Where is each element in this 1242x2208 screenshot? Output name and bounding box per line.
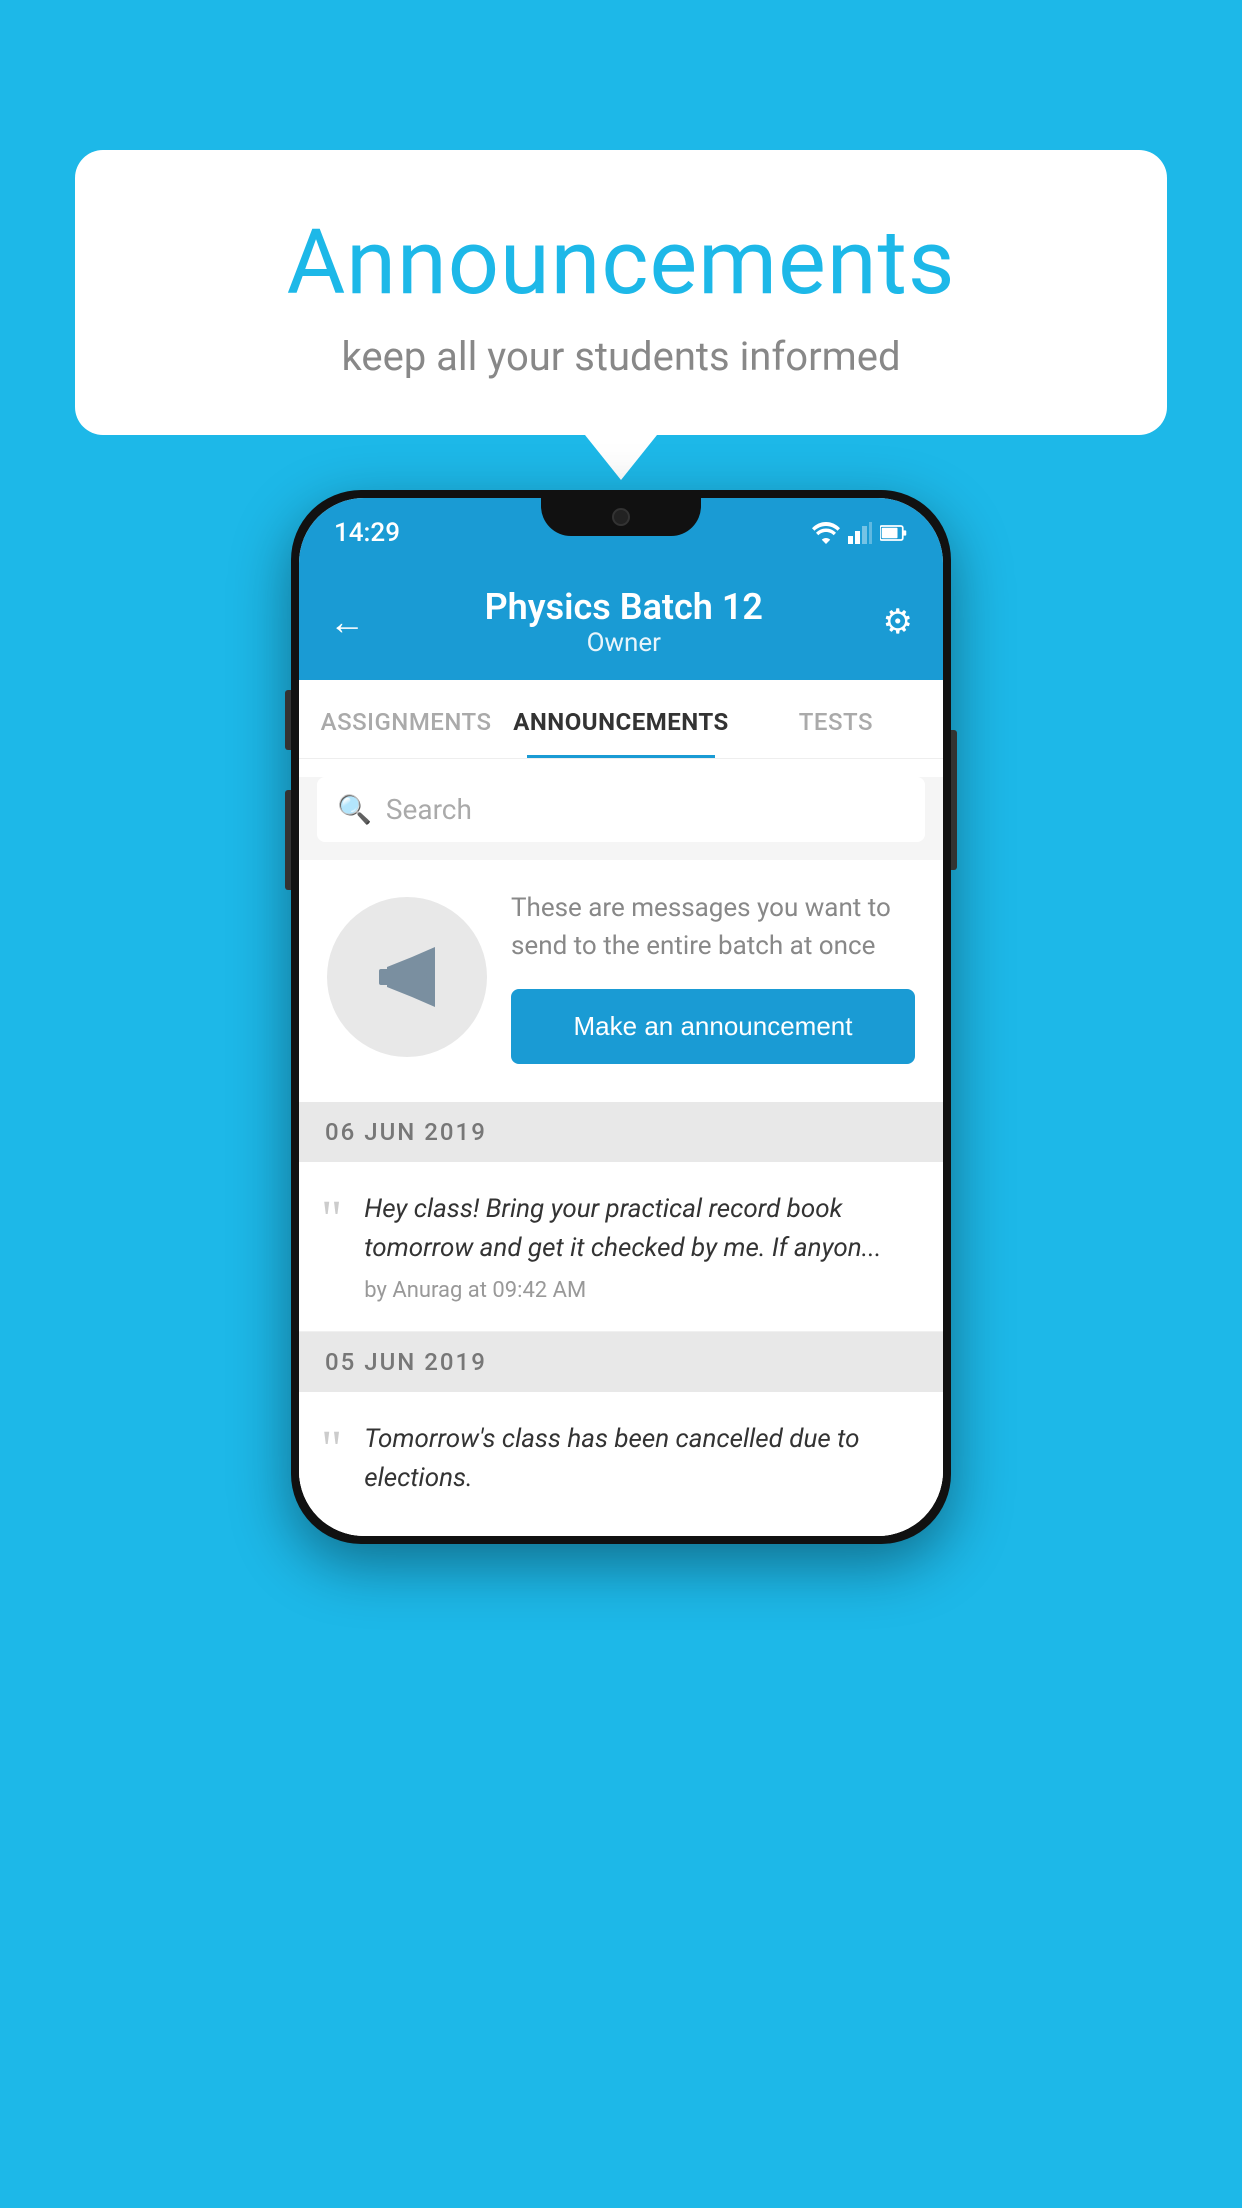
make-announcement-button[interactable]: Make an announcement xyxy=(511,989,915,1064)
signal-icon xyxy=(848,522,872,544)
quote-icon-1: " xyxy=(321,1194,342,1246)
announcement-text-1: Hey class! Bring your practical record b… xyxy=(364,1190,915,1303)
app-header: ← Physics Batch 12 Owner ⚙ xyxy=(299,568,943,680)
announcement-text-2: Tomorrow's class has been cancelled due … xyxy=(364,1420,915,1508)
date-separator-1: 06 JUN 2019 xyxy=(299,1102,943,1162)
phone-side-button-volume xyxy=(285,790,291,890)
batch-title: Physics Batch 12 xyxy=(365,586,883,628)
promo-description: These are messages you want to send to t… xyxy=(511,890,915,965)
phone-side-button-top xyxy=(285,690,291,750)
promo-card: These are messages you want to send to t… xyxy=(299,860,943,1102)
promo-right: These are messages you want to send to t… xyxy=(511,890,915,1064)
battery-icon xyxy=(880,522,908,544)
speech-bubble: Announcements keep all your students inf… xyxy=(75,150,1167,435)
announcement-item-2[interactable]: " Tomorrow's class has been cancelled du… xyxy=(299,1392,943,1536)
search-placeholder: Search xyxy=(386,793,472,826)
announcement-message-1: Hey class! Bring your practical record b… xyxy=(364,1190,915,1268)
quote-icon-2: " xyxy=(321,1424,342,1476)
phone-screen: 14:29 xyxy=(299,498,943,1536)
announcement-icon-circle xyxy=(327,897,487,1057)
status-bar: 14:29 xyxy=(299,498,943,568)
phone-device: 14:29 xyxy=(291,490,951,1544)
search-bar[interactable]: 🔍 Search xyxy=(317,777,925,842)
wifi-icon xyxy=(812,522,840,544)
search-icon: 🔍 xyxy=(337,793,372,826)
date-separator-2: 05 JUN 2019 xyxy=(299,1332,943,1392)
tab-bar: ASSIGNMENTS ANNOUNCEMENTS TESTS xyxy=(299,680,943,759)
speech-bubble-container: Announcements keep all your students inf… xyxy=(75,150,1167,435)
phone-side-button-power xyxy=(951,730,957,870)
speech-bubble-subtitle: keep all your students informed xyxy=(145,333,1097,380)
status-time: 14:29 xyxy=(334,518,400,548)
megaphone-icon xyxy=(367,937,447,1017)
gear-icon[interactable]: ⚙ xyxy=(883,602,913,642)
announcement-author-1: by Anurag at 09:42 AM xyxy=(364,1278,915,1303)
camera xyxy=(612,508,630,526)
phone-notch xyxy=(541,498,701,536)
tab-assignments[interactable]: ASSIGNMENTS xyxy=(309,680,503,758)
back-button[interactable]: ← xyxy=(329,601,365,643)
content-area: 🔍 Search xyxy=(299,777,943,1536)
header-title-group: Physics Batch 12 Owner xyxy=(365,586,883,658)
status-icons xyxy=(812,522,908,544)
announcement-item-1[interactable]: " Hey class! Bring your practical record… xyxy=(299,1162,943,1332)
tab-tests[interactable]: TESTS xyxy=(739,680,933,758)
phone-wrapper: 14:29 xyxy=(75,490,1167,2208)
batch-role: Owner xyxy=(365,628,883,658)
announcement-message-2: Tomorrow's class has been cancelled due … xyxy=(364,1420,915,1498)
tab-announcements[interactable]: ANNOUNCEMENTS xyxy=(503,680,739,758)
speech-bubble-title: Announcements xyxy=(145,210,1097,315)
